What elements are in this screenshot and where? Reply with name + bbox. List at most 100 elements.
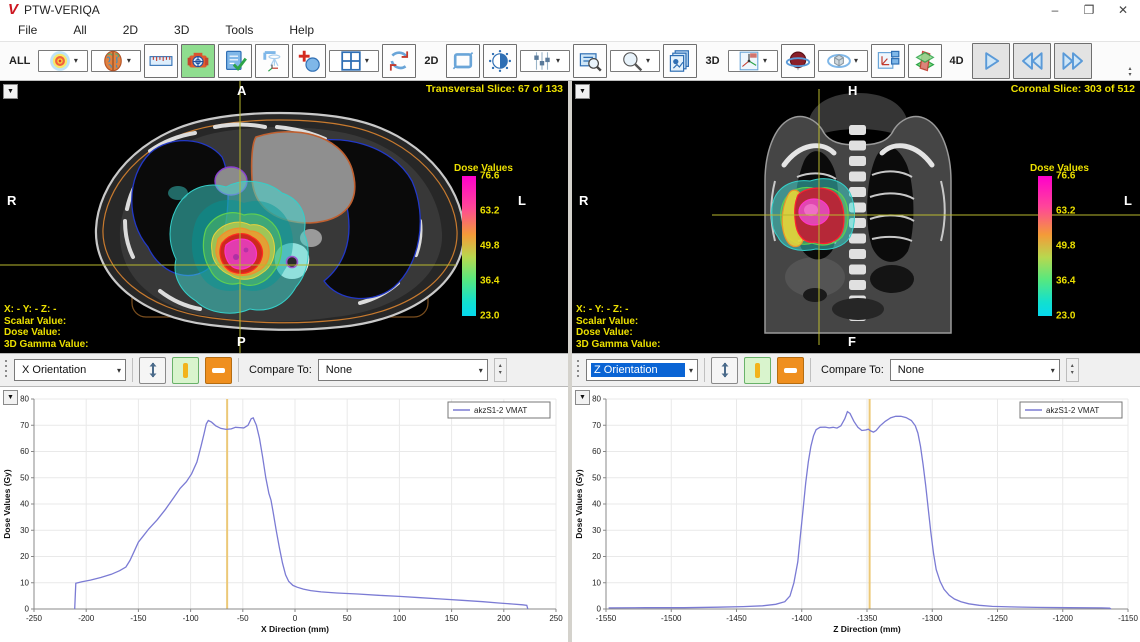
- svg-text:akzS1-2 VMAT: akzS1-2 VMAT: [1046, 406, 1099, 415]
- search-document-icon: [578, 49, 602, 73]
- ptw-veriqa-window: V PTW-VERIQA – ❐ ✕ File All 2D 3D Tools …: [0, 0, 1140, 642]
- beam-geometry-button[interactable]: [255, 44, 289, 78]
- checklist-icon: [223, 49, 247, 73]
- transversal-viewport[interactable]: ▼ Transversal Slice: 67 of 133 A P R L D…: [0, 81, 568, 353]
- svg-text:70: 70: [20, 421, 29, 430]
- colorbar-tick: 36.4: [1056, 276, 1075, 287]
- z-profile-controls: Z Orientation ▾ Compare To: None ▾ ▴▾: [572, 353, 1140, 387]
- ruler-icon: [149, 53, 173, 69]
- toolbar-overflow-button[interactable]: ▴▾: [1124, 44, 1136, 78]
- colorbar-tick: 23.0: [1056, 311, 1075, 322]
- cursor-status-readout: X: - Y: - Z: - Scalar Value: Dose Value:…: [4, 304, 88, 350]
- orientation-right-label: R: [579, 193, 588, 208]
- reset-view-button[interactable]: [382, 44, 416, 78]
- dose-display-button[interactable]: ▾: [38, 50, 88, 72]
- layout-grid-button[interactable]: ▾: [329, 50, 379, 72]
- compare-to-select[interactable]: None ▾: [890, 359, 1060, 381]
- flip-profile-button[interactable]: [711, 357, 738, 384]
- menu-3d[interactable]: 3D: [174, 21, 189, 39]
- marker-line-toggle[interactable]: [744, 357, 771, 384]
- add-point-icon: [297, 49, 321, 73]
- drag-handle[interactable]: [576, 360, 580, 380]
- surface-render-button[interactable]: [781, 44, 815, 78]
- vertical-double-arrow-icon: [717, 361, 733, 379]
- crop-region-button[interactable]: [446, 44, 480, 78]
- svg-text:0: 0: [293, 614, 298, 623]
- colorbar-tick: 63.2: [480, 206, 499, 217]
- svg-text:40: 40: [20, 500, 29, 509]
- horizontal-profile-toggle[interactable]: [777, 357, 804, 384]
- rotate-3d-button[interactable]: ▾: [818, 50, 868, 72]
- zoom-button[interactable]: ▾: [610, 50, 660, 72]
- marker-line-toggle[interactable]: [172, 357, 199, 384]
- compare-spinner[interactable]: ▴▾: [494, 358, 507, 382]
- svg-text:-1350: -1350: [857, 614, 878, 623]
- compare-to-select[interactable]: None ▾: [318, 359, 488, 381]
- x-profile-chart[interactable]: -250-200-150-100-50050100150200250010203…: [0, 387, 568, 637]
- chart-options-dropdown[interactable]: ▼: [3, 390, 18, 405]
- menu-all[interactable]: All: [73, 21, 86, 39]
- svg-text:0: 0: [25, 605, 30, 614]
- chevron-down-icon: ▾: [556, 56, 560, 65]
- chart-options-dropdown[interactable]: ▼: [575, 390, 590, 405]
- svg-text:10: 10: [20, 578, 29, 587]
- viewcube-panels-button[interactable]: [871, 44, 905, 78]
- close-button[interactable]: ✕: [1106, 0, 1140, 20]
- flip-profile-button[interactable]: [139, 357, 166, 384]
- svg-text:100: 100: [393, 614, 407, 623]
- svg-text:X Direction (mm): X Direction (mm): [261, 624, 329, 634]
- slice-planes-button[interactable]: [908, 44, 942, 78]
- svg-text:Z Direction (mm): Z Direction (mm): [833, 624, 901, 634]
- menu-tools[interactable]: Tools: [225, 21, 253, 39]
- orientation-right-label: R: [7, 193, 16, 208]
- step-forward-button[interactable]: [1054, 43, 1092, 79]
- compare-spinner[interactable]: ▴▾: [1066, 358, 1079, 382]
- image-display-button[interactable]: ▾: [91, 50, 141, 72]
- ruler-button[interactable]: [144, 44, 178, 78]
- menu-help[interactable]: Help: [289, 21, 314, 39]
- play-button[interactable]: [972, 43, 1010, 79]
- z-profile-chart[interactable]: -1550-1500-1450-1400-1350-1300-1250-1200…: [572, 387, 1140, 637]
- contrast-icon: [488, 49, 512, 73]
- vertical-marker-icon: [755, 363, 760, 378]
- minimize-button[interactable]: –: [1038, 0, 1072, 20]
- menu-file[interactable]: File: [18, 21, 37, 39]
- intersecting-planes-icon: [913, 49, 937, 73]
- svg-text:-1200: -1200: [1053, 614, 1074, 623]
- svg-text:60: 60: [20, 447, 29, 456]
- report-check-button[interactable]: [218, 44, 252, 78]
- toolbar-group-3d-label: 3D: [705, 55, 719, 67]
- step-back-button[interactable]: [1013, 43, 1051, 79]
- svg-text:-1550: -1550: [596, 614, 617, 623]
- svg-text:-150: -150: [130, 614, 147, 623]
- orientation-select[interactable]: Z Orientation ▾: [586, 359, 698, 381]
- maximize-button[interactable]: ❐: [1072, 0, 1106, 20]
- horizontal-profile-toggle[interactable]: [205, 357, 232, 384]
- chevron-down-icon: ▾: [689, 366, 693, 375]
- menu-2d[interactable]: 2D: [123, 21, 138, 39]
- orientation-left-label: L: [518, 193, 526, 208]
- profile-lines-button[interactable]: ▾: [520, 50, 570, 72]
- gamma-analysis-button[interactable]: [181, 44, 215, 78]
- svg-text:-1150: -1150: [1118, 614, 1138, 623]
- drag-handle[interactable]: [4, 360, 8, 380]
- svg-text:60: 60: [592, 447, 601, 456]
- viewport-options-dropdown[interactable]: ▼: [3, 84, 18, 99]
- svg-text:-1300: -1300: [922, 614, 943, 623]
- svg-text:Dose Values (Gy): Dose Values (Gy): [574, 469, 584, 539]
- toolbar-group-2d-label: 2D: [424, 55, 438, 67]
- orientation-select[interactable]: X Orientation ▾: [14, 359, 126, 381]
- coronal-viewport[interactable]: ▼ Coronal Slice: 303 of 512 H F R L Dose…: [572, 81, 1140, 353]
- colorbar-tick: 23.0: [480, 311, 499, 322]
- orientation-anterior-label: A: [237, 83, 246, 98]
- viewport-options-dropdown[interactable]: ▼: [575, 84, 590, 99]
- add-point-button[interactable]: [292, 44, 326, 78]
- window-level-button[interactable]: [483, 44, 517, 78]
- loupe-button[interactable]: [573, 44, 607, 78]
- svg-text:150: 150: [445, 614, 459, 623]
- rotate-icon: [387, 49, 411, 73]
- orientation-axes-button[interactable]: ▾: [728, 50, 778, 72]
- report-pages-button[interactable]: [663, 44, 697, 78]
- svg-text:40: 40: [592, 500, 601, 509]
- compare-to-label: Compare To:: [821, 364, 884, 376]
